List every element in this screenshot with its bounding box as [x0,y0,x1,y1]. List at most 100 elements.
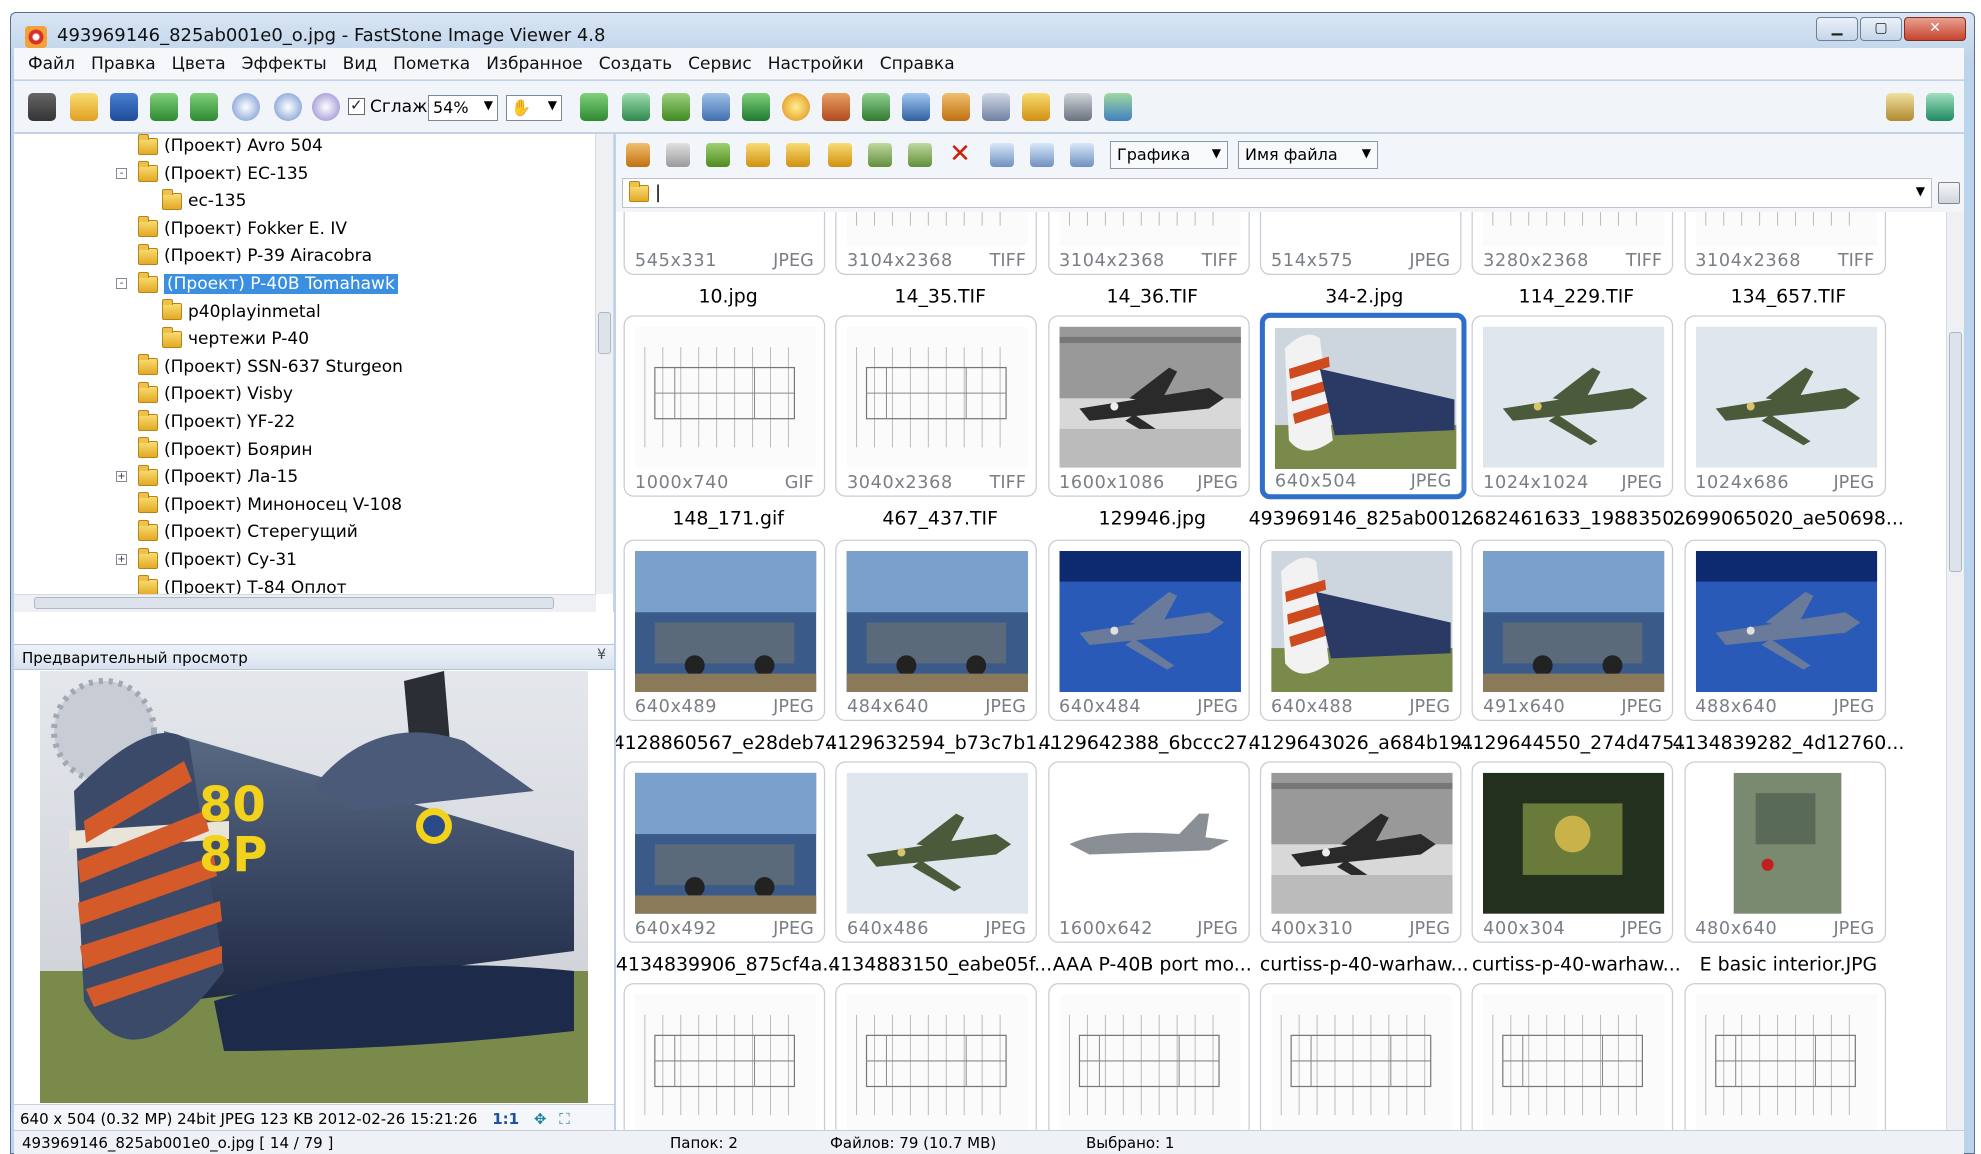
layout-icon[interactable] [1886,93,1914,121]
thumbnail-card[interactable]: 484x640 JPEG [835,539,1038,722]
print-icon[interactable] [1064,93,1092,121]
camera-icon[interactable] [28,93,56,121]
color-icon[interactable] [702,93,730,121]
fullscreen-icon[interactable] [1926,93,1954,121]
collapse-icon[interactable]: - [116,278,127,289]
back-icon[interactable] [626,143,650,167]
next-icon[interactable] [190,93,218,121]
actual-size-icon[interactable] [312,93,340,121]
thumbnail-card[interactable]: 640x486 JPEG [835,761,1038,943]
tree-scroll-thumb[interactable] [598,312,611,354]
new-folder-icon[interactable] [786,143,810,167]
move-icon[interactable]: ✥ [534,1110,547,1128]
zoom-select[interactable]: 54% ▼ [428,95,498,121]
thumbnail-card[interactable] [623,983,826,1142]
thumbnail-card[interactable]: 3104x2368 TIFF [1047,212,1250,275]
menu-item[interactable]: Избранное [478,54,591,74]
crop-icon[interactable] [622,93,650,121]
collapse-icon[interactable]: - [116,167,127,179]
tree-horizontal-scrollbar[interactable] [14,594,596,612]
zoom-out-icon[interactable] [274,93,302,121]
thumbnail-card[interactable]: 488x640 JPEG [1683,539,1886,722]
thumbnail-card[interactable]: 3104x2368 TIFF [835,212,1038,275]
up-folder-icon[interactable] [706,143,730,167]
thumbnail-filename[interactable]: E basic interior.JPG [1656,953,1921,976]
expand-icon[interactable]: + [116,554,127,565]
thumbnail-card[interactable]: 1024x1024 JPEG [1471,315,1674,497]
details-view-icon[interactable] [1070,143,1094,167]
thumbnail-card[interactable]: 3040x2368 TIFF [835,315,1038,497]
thumbnail-card[interactable] [835,983,1038,1142]
menu-item[interactable]: Цвета [164,54,234,74]
thumbnail-card[interactable]: 480x640 JPEG [1683,761,1886,943]
thumbnail-card[interactable] [1683,983,1886,1142]
tree-item[interactable]: - (Проект) P-40B Tomahawk [116,270,398,298]
thumbnail-card[interactable] [1259,983,1462,1142]
menu-item[interactable]: Правка [83,54,164,74]
expand-icon[interactable]: + [116,471,127,483]
menu-item[interactable]: Вид [335,54,385,74]
tree-item[interactable]: (Проект) Боярин [138,436,313,464]
zoom-in-icon[interactable] [232,93,260,121]
chevron-down-icon[interactable]: ▼ [1916,184,1925,198]
fit-icon[interactable]: ⛶ [559,1110,570,1128]
open-folder-icon[interactable] [70,93,98,121]
maximize-button[interactable]: ▢ [1860,17,1902,41]
thumbnail-card[interactable]: 1024x686 JPEG [1683,315,1886,497]
close-button[interactable]: ✕ [1904,17,1966,41]
tree-item[interactable]: (Проект) P-39 Airacobra [138,242,372,270]
menu-item[interactable]: Файл [20,54,83,74]
grid-scroll-thumb[interactable] [1949,332,1962,572]
email-icon[interactable] [1022,93,1050,121]
menu-item[interactable]: Настройки [760,54,872,74]
move-to-icon[interactable] [908,143,932,167]
rotate-right-icon[interactable] [862,93,890,121]
smooth-checkbox[interactable] [348,96,365,115]
grid-vertical-scrollbar[interactable] [1946,212,1964,1142]
thumbnail-card[interactable]: 640x484 JPEG [1047,539,1250,722]
tree-item[interactable]: - (Проект) EC-135 [116,160,308,188]
menu-item[interactable]: Справка [872,54,963,74]
copy-icon[interactable] [868,143,892,167]
thumbnail-card[interactable]: 1000x740 GIF [623,315,826,497]
thumbnail-card[interactable]: 640x489 JPEG [623,539,826,722]
thumbnails-view-icon[interactable] [990,143,1014,167]
menu-item[interactable]: Пометка [385,54,478,74]
thumbnail-filename[interactable]: 4134839282_4d12760... [1656,731,1921,754]
thumbnail-card[interactable]: 3104x2368 TIFF [1683,212,1886,275]
forward-icon[interactable] [666,143,690,167]
sort-select[interactable]: Имя файла ▼ [1238,141,1378,169]
tree-item[interactable]: (Проект) Avro 504 [138,134,323,160]
thumbnail-card[interactable]: 640x492 JPEG [623,761,826,943]
tree-hscroll-thumb[interactable] [34,597,554,609]
ratio-button[interactable]: 1:1 [492,1110,519,1128]
thumbnail-card[interactable]: 514x575 JPEG [1259,212,1462,275]
save-icon[interactable] [110,93,138,121]
delete-icon[interactable]: ✕ [948,141,972,167]
minimize-button[interactable]: ▁ [1816,17,1858,41]
tree-item[interactable]: (Проект) YF-22 [138,408,295,436]
thumbnail-card[interactable] [1471,983,1674,1142]
thumbnail-card[interactable]: 545x331 JPEG [623,212,826,275]
tree-item[interactable]: (Проект) Visby [138,380,293,408]
menu-item[interactable]: Эффекты [234,54,335,74]
thumbnail-card[interactable]: 400x310 JPEG [1259,761,1462,943]
slideshow-icon[interactable] [580,93,608,121]
app-icon[interactable] [25,26,47,48]
thumbnail-card[interactable]: 400x304 JPEG [1471,761,1674,943]
draw-icon[interactable] [982,93,1010,121]
tree-vertical-scrollbar[interactable] [595,134,613,594]
tree-item[interactable]: (Проект) Стерегущий [138,518,358,546]
tree-item[interactable]: + (Проект) Ла-15 [116,463,298,491]
thumbnail-card[interactable] [1047,983,1250,1142]
thumbnail-filename[interactable]: 134_657.TIF [1656,285,1921,308]
refresh-folder-icon[interactable] [746,143,770,167]
pan-tool-select[interactable]: ✋ ▼ [506,95,562,121]
tree-item[interactable]: (Проект) SSN-637 Sturgeon [138,353,403,381]
compare-icon[interactable] [902,93,930,121]
thumbnail-card[interactable]: 1600x642 JPEG [1047,761,1250,943]
collapse-icon[interactable]: ¥ [597,647,606,663]
path-input[interactable]: | ▼ [622,178,1932,208]
tree-item[interactable]: (Проект) Миноносец V-108 [138,491,402,519]
thumbnail-card[interactable]: 640x488 JPEG [1259,539,1462,722]
